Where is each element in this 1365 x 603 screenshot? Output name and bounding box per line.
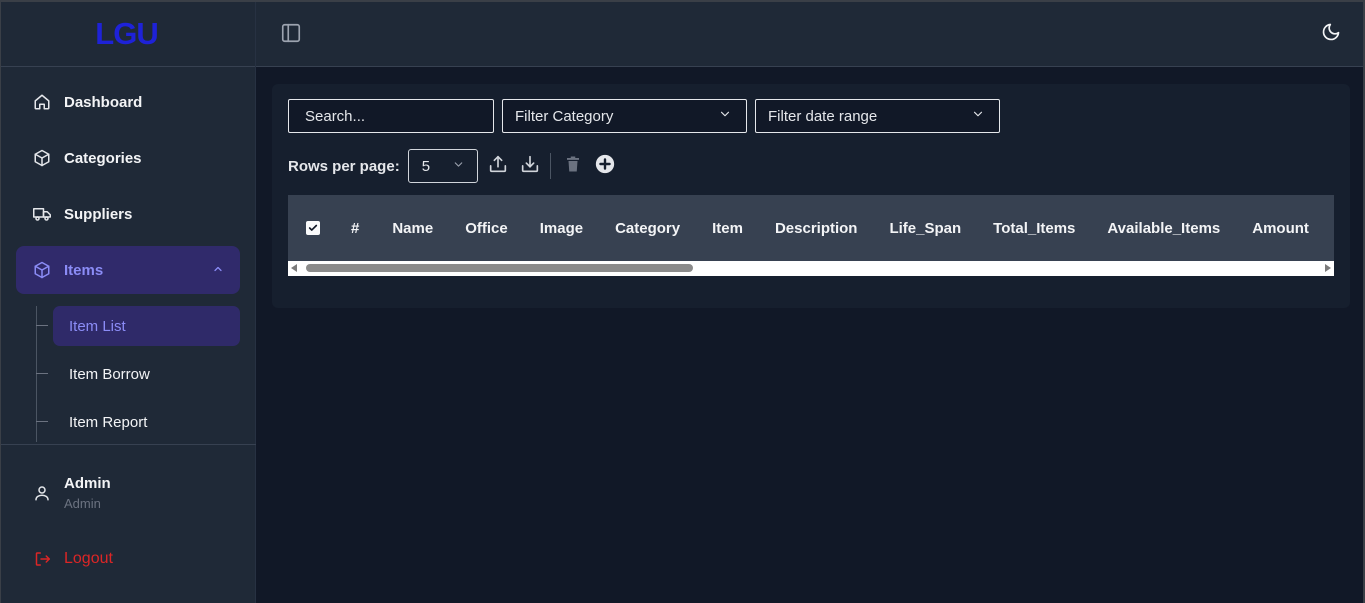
add-item-button[interactable] [589,150,621,182]
window-frame-top [0,0,1365,2]
table-horizontal-scrollbar[interactable] [288,261,1334,276]
select-all-cell [288,221,335,235]
column-header-amount[interactable]: Amount [1236,220,1325,237]
subitem-label: Item List [69,317,126,335]
import-button[interactable] [514,150,546,182]
moon-icon[interactable] [1321,22,1343,44]
sidebar-item-suppliers[interactable]: Suppliers [16,190,240,238]
column-header-available-items[interactable]: Available_Items [1091,220,1236,237]
subitem-label: Item Borrow [69,365,150,383]
sidebar-item-label: Categories [64,149,142,167]
column-header-total-items[interactable]: Total_Items [977,220,1091,237]
sidebar: LGU Dashboard Categories Suppliers Items [0,0,256,603]
sidebar-item-dashboard[interactable]: Dashboard [16,78,240,126]
window-frame-left [0,0,1,603]
logo[interactable]: LGU [95,16,158,52]
rows-per-page-label: Rows per page: [288,157,400,175]
filter-category-label: Filter Category [515,107,614,125]
sidebar-toggle-icon[interactable] [280,22,304,46]
sidebar-subitem-item-borrow[interactable]: Item Borrow [36,354,240,394]
chevron-up-icon[interactable] [212,262,224,279]
search-input[interactable] [288,99,494,133]
column-header-office[interactable]: Office [449,220,524,237]
sidebar-item-categories[interactable]: Categories [16,134,240,182]
filter-category-select[interactable]: Filter Category [502,99,747,133]
scroll-left-arrow-icon[interactable] [291,264,297,272]
top-header [256,0,1365,67]
subnav-tick [36,373,48,374]
logout-label: Logout [64,550,113,567]
column-header-name[interactable]: Name [376,220,449,237]
sidebar-nav: Dashboard Categories Suppliers Items [16,78,240,302]
logout-icon [32,549,52,569]
column-header-number[interactable]: # [335,220,376,237]
rows-per-page-value: 5 [421,157,431,175]
sidebar-item-label: Suppliers [64,205,133,223]
logo-area: LGU [0,0,255,67]
chevron-down-icon [718,107,732,125]
download-icon [519,153,541,180]
items-card: Filter Category Filter date range Rows p… [272,84,1350,308]
box-icon [32,260,52,280]
chevron-down-icon [452,158,465,175]
plus-circle-icon [594,153,616,180]
trash-icon [564,154,582,179]
sidebar-item-label: Items [64,261,104,279]
subnav-tick [36,325,48,326]
box-icon [32,148,52,168]
chevron-down-icon [971,107,985,125]
upload-icon [487,153,509,180]
column-header-description[interactable]: Description [759,220,874,237]
column-header-image[interactable]: Image [524,220,599,237]
items-table: # Name Office Image Category Item Descri… [288,195,1334,276]
user-profile[interactable]: Admin Admin [32,475,111,511]
subitem-label: Item Report [69,413,148,431]
delete-button[interactable] [557,150,589,182]
scrollbar-thumb[interactable] [306,264,693,272]
user-name: Admin [64,475,111,492]
items-subnav: Item List Item Borrow Item Report [36,306,240,450]
truck-icon [32,204,52,224]
table-header-row: # Name Office Image Category Item Descri… [288,195,1334,261]
scroll-right-arrow-icon[interactable] [1325,264,1331,272]
export-button[interactable] [482,150,514,182]
filter-date-label: Filter date range [768,107,878,125]
subnav-tick [36,421,48,422]
column-header-item[interactable]: Item [696,220,759,237]
sidebar-footer: Admin Admin Logout [0,444,256,603]
sidebar-item-items[interactable]: Items [16,246,240,294]
logout-button[interactable]: Logout [32,549,113,569]
sidebar-item-label: Dashboard [64,93,143,111]
select-all-checkbox[interactable] [306,221,320,235]
user-icon [32,483,52,503]
column-header-category[interactable]: Category [599,220,696,237]
filters-bar: Filter Category Filter date range [288,99,1000,133]
user-role: Admin [64,496,101,511]
toolbar-divider [549,153,551,179]
sidebar-subitem-item-list[interactable]: Item List [36,306,240,346]
rows-per-page-select[interactable]: 5 [407,149,478,183]
home-icon [32,92,52,112]
table-toolbar: Rows per page: 5 [288,149,621,183]
column-header-life-span[interactable]: Life_Span [873,220,977,237]
filter-date-range-select[interactable]: Filter date range [755,99,1000,133]
sidebar-subitem-item-report[interactable]: Item Report [36,402,240,442]
